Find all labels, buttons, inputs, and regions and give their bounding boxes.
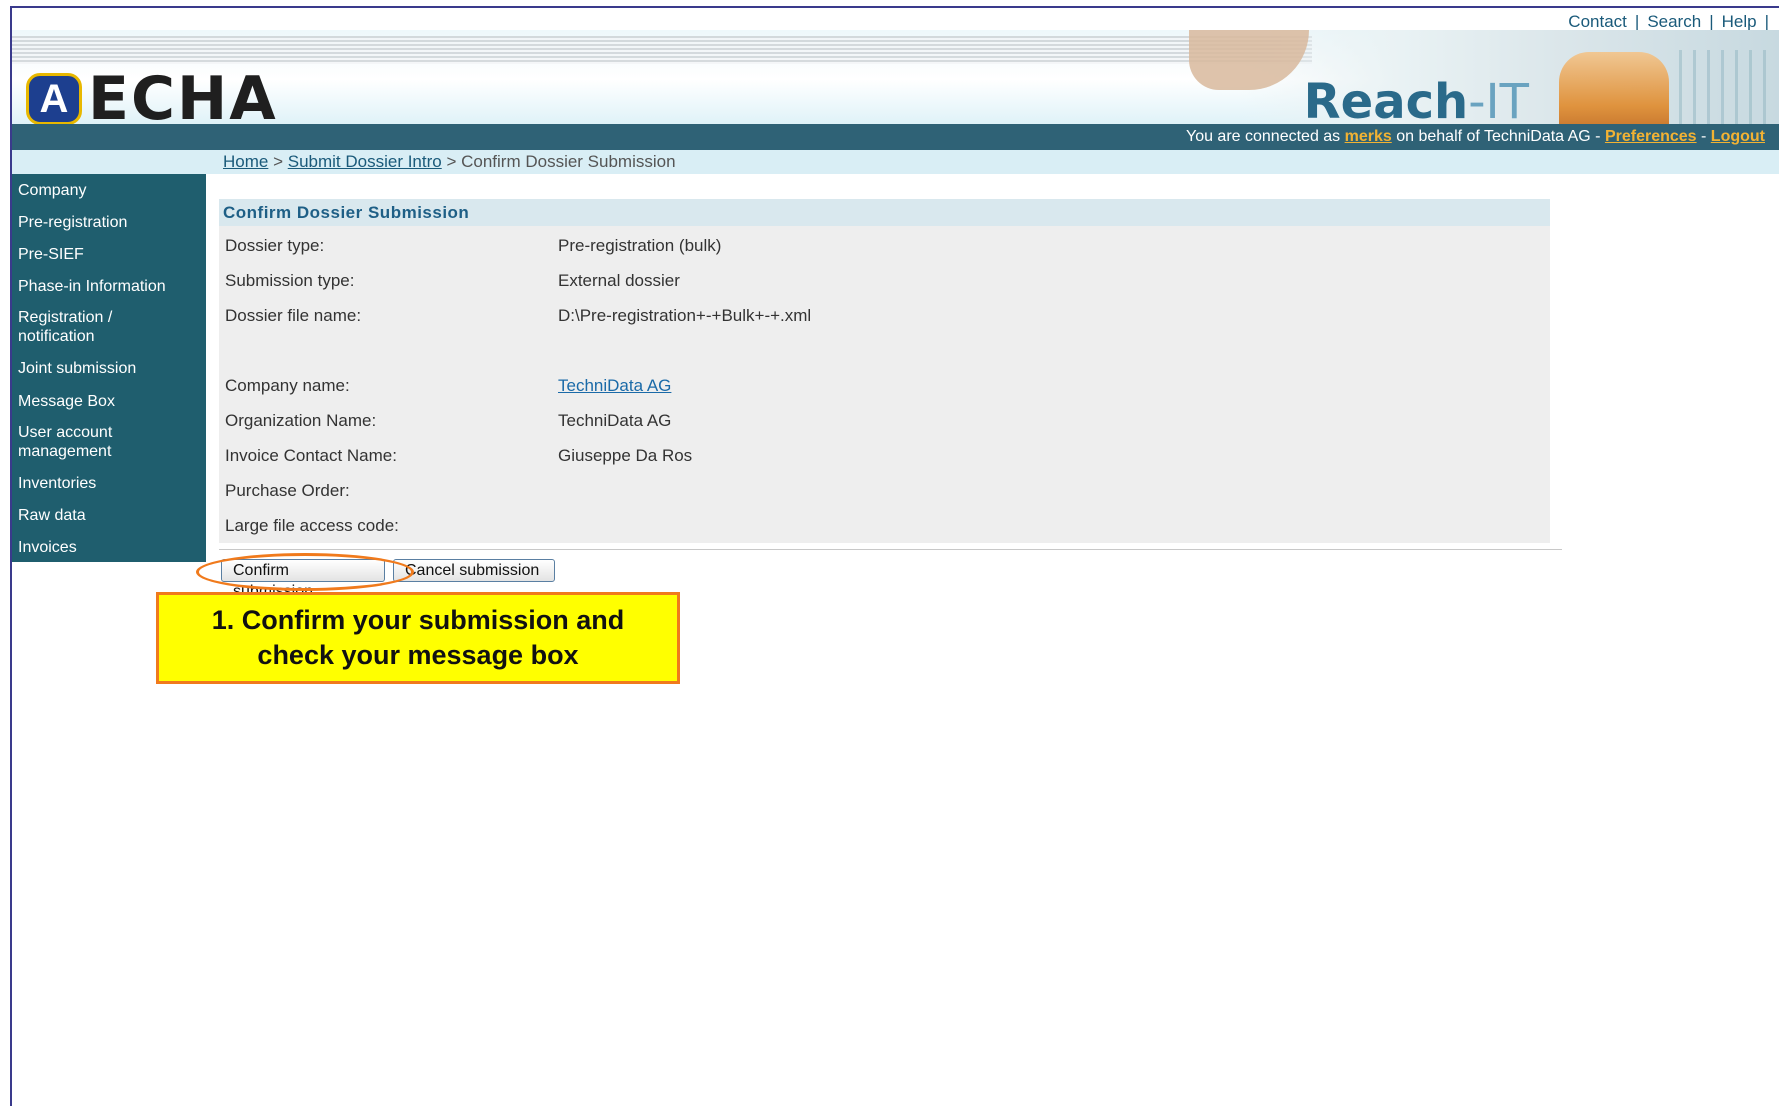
- search-link[interactable]: Search: [1639, 12, 1709, 32]
- status-bar: You are connected as merks on behalf of …: [12, 124, 1779, 150]
- breadcrumb-current: > Confirm Dossier Submission: [441, 152, 676, 171]
- top-links: Contact | Search | Help |: [1560, 12, 1769, 32]
- sidebar-item-invoices[interactable]: Invoices: [12, 538, 206, 557]
- panel-body: [219, 226, 1550, 543]
- invoice-contact-name-value: Giuseppe Da Ros: [558, 446, 693, 465]
- contact-link[interactable]: Contact: [1560, 12, 1635, 32]
- user-link[interactable]: merks: [1345, 128, 1392, 145]
- organization-name-value: TechniData AG: [558, 411, 672, 430]
- purchase-order-label: Purchase Order:: [225, 481, 350, 500]
- breadcrumb-sep: >: [268, 152, 288, 171]
- sidebar-item-pre-registration[interactable]: Pre-registration: [12, 213, 206, 232]
- panel-title: Confirm Dossier Submission: [219, 199, 1550, 226]
- echa-emblem-icon: A: [26, 73, 82, 125]
- breadcrumb-home[interactable]: Home: [223, 152, 268, 171]
- sidebar-item-message-box[interactable]: Message Box: [12, 392, 206, 411]
- confirm-submission-button[interactable]: Confirm submission: [221, 559, 385, 600]
- reach-it-logo: Reach-IT: [1304, 74, 1529, 130]
- sidebar-item-pre-sief[interactable]: Pre-SIEF: [12, 245, 206, 264]
- window-frame-top: [10, 6, 1779, 8]
- invoice-contact-name-label: Invoice Contact Name:: [225, 446, 397, 465]
- sidebar-item-raw-data[interactable]: Raw data: [12, 506, 206, 525]
- dossier-file-name-value: D:\Pre-registration+-+Bulk+-+.xml: [558, 306, 812, 325]
- breadcrumb: Home > Submit Dossier Intro > Confirm Do…: [223, 150, 676, 174]
- sidebar-item-phase-in-information[interactable]: Phase-in Information: [12, 277, 206, 296]
- sidebar-item-company[interactable]: Company: [12, 181, 206, 200]
- preferences-link[interactable]: Preferences: [1605, 128, 1697, 145]
- sidebar-item-joint-submission[interactable]: Joint submission: [12, 359, 206, 378]
- status-middle: on behalf of TechniData AG -: [1391, 128, 1605, 145]
- banner-stripes: [12, 36, 1312, 64]
- help-link[interactable]: Help: [1714, 12, 1765, 32]
- submission-type-value: External dossier: [558, 271, 680, 290]
- dossier-type-value: Pre-registration (bulk): [558, 236, 722, 255]
- logout-link[interactable]: Logout: [1711, 128, 1765, 145]
- status-prefix: You are connected as: [1185, 128, 1345, 145]
- sidebar-item-registration-notification[interactable]: Registration / notification: [12, 308, 206, 346]
- cancel-submission-button[interactable]: Cancel submission: [393, 559, 555, 582]
- submission-type-label: Submission type:: [225, 271, 355, 290]
- sidebar-item-user-account-management[interactable]: User account management: [12, 423, 206, 461]
- divider: [219, 549, 1562, 550]
- company-name-link[interactable]: TechniData AG: [558, 376, 671, 396]
- separator: |: [1764, 12, 1769, 31]
- organization-name-label: Organization Name:: [225, 411, 377, 430]
- instruction-callout: 1. Confirm your submission and check you…: [156, 592, 680, 684]
- it-logo-text: -IT: [1468, 74, 1529, 130]
- sidebar-item-inventories[interactable]: Inventories: [12, 474, 206, 493]
- dossier-type-label: Dossier type:: [225, 236, 325, 255]
- dossier-file-name-label: Dossier file name:: [225, 306, 362, 325]
- large-file-access-code-label: Large file access code:: [225, 516, 399, 535]
- status-sep: -: [1696, 128, 1711, 145]
- reach-logo-text: Reach: [1303, 74, 1469, 130]
- breadcrumb-submit-intro[interactable]: Submit Dossier Intro: [288, 152, 442, 171]
- sidebar: Company Pre-registration Pre-SIEF Phase-…: [12, 174, 206, 562]
- company-name-label: Company name:: [225, 376, 350, 395]
